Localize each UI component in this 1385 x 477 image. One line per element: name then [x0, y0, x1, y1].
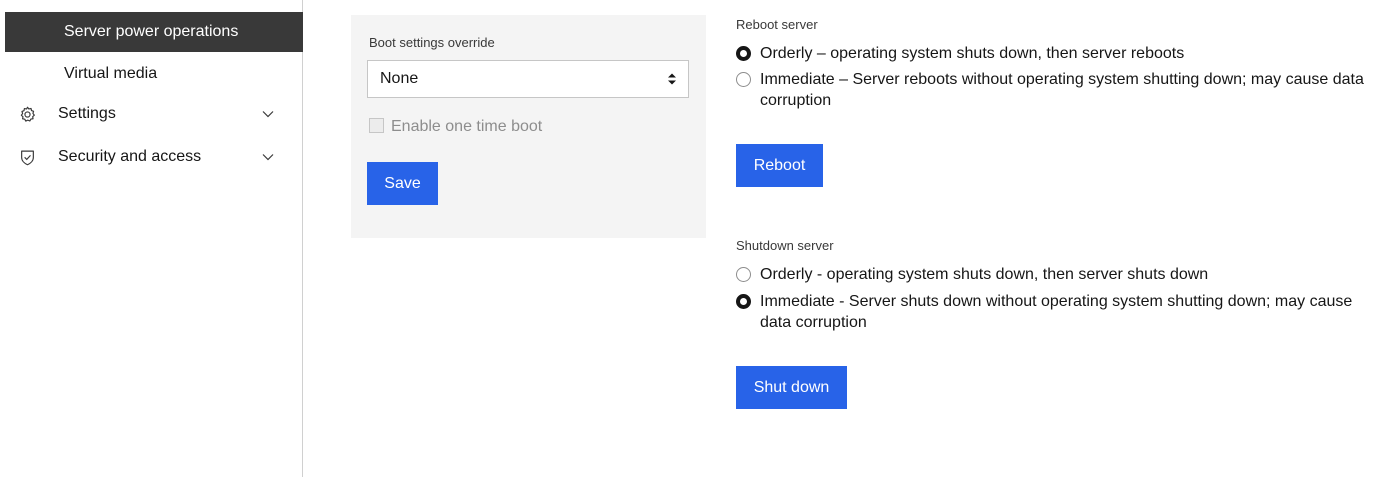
radio-label: Immediate - Server shuts down without op…: [760, 293, 1353, 310]
radio-selected[interactable]: [736, 294, 751, 309]
radio-label-continued: data corruption: [760, 314, 867, 331]
radio-unselected[interactable]: [736, 267, 751, 282]
radio-label: Orderly - operating system shuts down, t…: [760, 266, 1209, 283]
radio-label-continued: corruption: [760, 92, 832, 109]
shutdown-server-title: Shutdown server: [736, 238, 834, 253]
checkbox-label: Enable one time boot: [391, 118, 543, 135]
save-button[interactable]: Save: [367, 162, 438, 205]
shut-down-button[interactable]: Shut down: [736, 366, 847, 409]
sidebar-item-label: Server power operations: [64, 23, 239, 40]
select-caret-icon: [668, 73, 676, 85]
sidebar-item-security-and-access[interactable]: Security and access: [5, 137, 303, 177]
chevron-down-icon: [262, 154, 274, 161]
sidebar-item-label: Settings: [58, 105, 116, 122]
gear-icon: [20, 106, 35, 122]
sidebar-item-server-power-operations[interactable]: Server power operations: [5, 12, 303, 52]
reboot-button[interactable]: Reboot: [736, 144, 823, 187]
boot-settings-label: Boot settings override: [369, 35, 495, 50]
sidebar-item-settings[interactable]: Settings: [5, 94, 303, 134]
sidebar: Server power operations Virtual media Se…: [5, 0, 303, 477]
radio-label: Immediate – Server reboots without opera…: [760, 71, 1364, 88]
chevron-down-icon: [262, 111, 274, 118]
sidebar-item-label: Virtual media: [64, 65, 158, 82]
boot-settings-panel: Boot settings override None Enable one t…: [351, 15, 706, 238]
sidebar-item-label: Security and access: [58, 148, 202, 165]
checkbox-box[interactable]: [369, 118, 384, 133]
boot-settings-selected-value: None: [380, 70, 419, 87]
enable-one-time-boot-checkbox[interactable]: Enable one time boot: [369, 118, 542, 136]
shield-check-icon: [21, 150, 34, 166]
sidebar-item-virtual-media[interactable]: Virtual media: [5, 54, 303, 94]
radio-unselected[interactable]: [736, 72, 751, 87]
radio-label: Orderly – operating system shuts down, t…: [760, 45, 1185, 62]
reboot-server-title: Reboot server: [736, 17, 818, 32]
radio-selected[interactable]: [736, 46, 751, 61]
boot-settings-select[interactable]: None: [367, 60, 689, 98]
